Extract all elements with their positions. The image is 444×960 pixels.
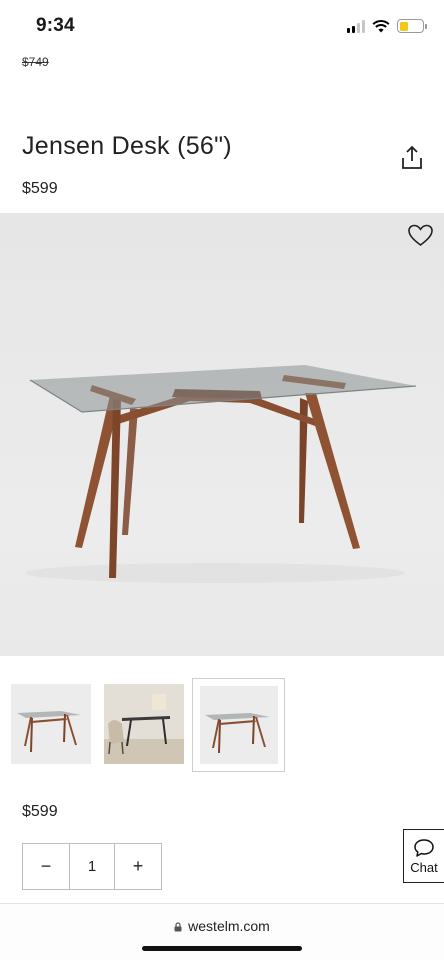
- thumbnail-1[interactable]: [8, 678, 94, 772]
- product-price-bottom: $599: [22, 803, 58, 820]
- share-icon: [402, 146, 422, 169]
- favorite-button[interactable]: [407, 223, 434, 248]
- status-bar: 9:34: [0, 0, 444, 50]
- desk-image: [25, 365, 417, 583]
- chat-label: Chat: [410, 859, 438, 875]
- share-button[interactable]: [398, 144, 426, 172]
- browser-url-bar[interactable]: westelm.com: [0, 903, 444, 960]
- status-time: 9:34: [36, 15, 75, 36]
- status-icons: [347, 16, 427, 36]
- url-text: westelm.com: [188, 918, 270, 934]
- cellular-signal-icon: [347, 19, 365, 33]
- quantity-value[interactable]: 1: [69, 844, 115, 889]
- product-price: $599: [22, 180, 58, 197]
- quantity-decrease-button[interactable]: −: [23, 844, 69, 889]
- old-price: $749: [22, 55, 49, 69]
- quantity-stepper: − 1 +: [22, 843, 162, 890]
- thumbnail-3-selected[interactable]: [192, 678, 285, 772]
- url-display[interactable]: westelm.com: [0, 918, 444, 934]
- product-title: Jensen Desk (56"): [22, 132, 232, 160]
- thumbnail-room-image: [104, 684, 184, 764]
- thumbnail-strip: [0, 678, 444, 773]
- thumbnail-desk-image: [200, 686, 278, 764]
- wifi-icon: [372, 20, 390, 33]
- lock-icon: [174, 919, 182, 932]
- product-hero-image[interactable]: [0, 213, 444, 656]
- chat-button[interactable]: Chat: [403, 829, 444, 883]
- home-indicator[interactable]: [142, 946, 302, 951]
- battery-icon: [397, 19, 427, 33]
- thumbnail-desk-image: [11, 684, 91, 764]
- thumbnail-2[interactable]: [101, 678, 188, 772]
- quantity-increase-button[interactable]: +: [115, 844, 161, 889]
- heart-icon: [408, 224, 433, 246]
- chat-bubble-icon: [414, 838, 434, 857]
